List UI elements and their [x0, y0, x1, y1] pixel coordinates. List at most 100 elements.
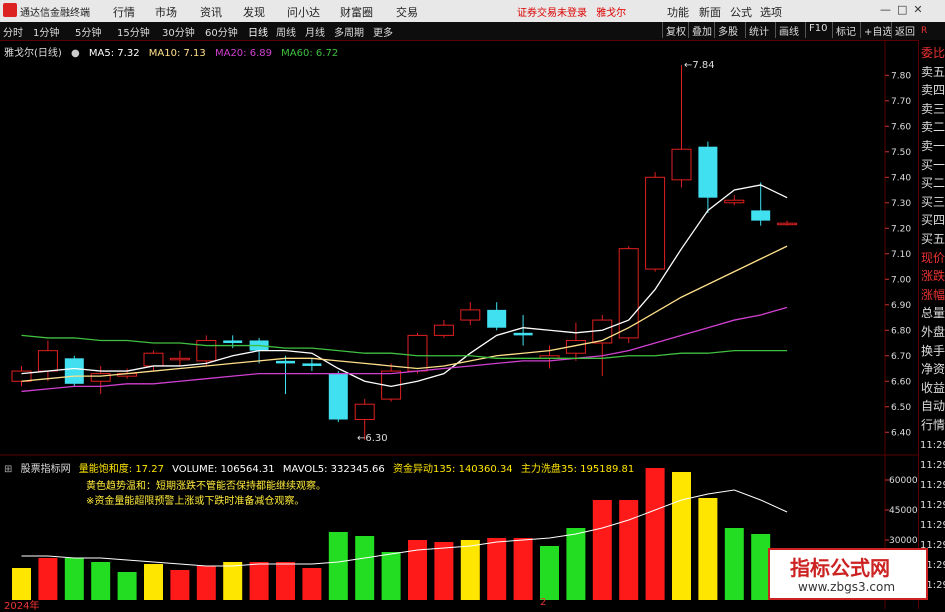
candle-body	[64, 358, 84, 384]
period-15min[interactable]: 15分钟	[117, 24, 150, 39]
candle-body	[143, 352, 164, 367]
volume-bar	[724, 528, 744, 600]
sidebar-item[interactable]: 委比	[921, 44, 945, 61]
period-30min[interactable]: 30分钟	[162, 24, 195, 39]
sidebar-item[interactable]: 现价	[921, 249, 945, 266]
price-tick-label: 7.10	[891, 250, 911, 260]
sidebar-item[interactable]: 涨幅	[921, 286, 945, 303]
volume-bar	[672, 472, 691, 600]
menu-new-layout[interactable]: 新面	[699, 4, 721, 20]
sidebar-item[interactable]: 总量	[921, 304, 945, 321]
adjust-button[interactable]: 复权	[662, 22, 689, 38]
indicator-settings-icon[interactable]: ⊞	[4, 464, 12, 475]
menu-options[interactable]: 选项	[760, 4, 782, 20]
sidebar-item[interactable]: 自动	[921, 397, 945, 414]
sidebar-item[interactable]: 行情	[921, 416, 945, 433]
candle-body	[169, 357, 190, 361]
kline-chart[interactable]: 7.80 7.70 7.60 7.50 7.40 7.30 7.20 7.10 7.00 6.90…	[0, 40, 918, 609]
period-intraday[interactable]: 分时	[3, 24, 23, 39]
menu-item-wealth[interactable]: 财富圈	[340, 4, 373, 20]
sidebar-item[interactable]: 外盘	[921, 323, 945, 340]
volume-bar	[38, 558, 58, 600]
period-multi[interactable]: 多周期	[334, 24, 364, 39]
sidebar-item[interactable]: 卖二	[921, 118, 945, 135]
price-tick-label: 7.60	[891, 122, 911, 132]
sidebar-time: 11:29	[920, 440, 945, 451]
period-daily[interactable]: 日线	[248, 24, 268, 39]
price-tick-label: 7.20	[891, 224, 911, 234]
candle-body	[724, 199, 745, 204]
overlay-button[interactable]: 叠加	[688, 22, 715, 38]
mark-button[interactable]: 标记	[832, 22, 859, 38]
menu-formula[interactable]: 公式	[730, 4, 752, 20]
window-controls[interactable]: —□✕	[880, 3, 929, 16]
menu-item-trade[interactable]: 交易	[396, 4, 418, 20]
period-1min[interactable]: 1分钟	[33, 24, 59, 39]
volume-bar	[460, 540, 480, 600]
sidebar-item[interactable]: 净资	[921, 360, 945, 377]
candle-body	[645, 176, 666, 270]
sidebar-item[interactable]: 买二	[921, 174, 945, 191]
period-60min[interactable]: 60分钟	[205, 24, 238, 39]
volume-tick-label: 45000	[889, 506, 918, 516]
menu-item-quotes[interactable]: 行情	[113, 4, 135, 20]
volume-bar	[698, 498, 718, 600]
sidebar-item[interactable]: 卖四	[921, 81, 945, 98]
volume-bar	[170, 570, 190, 600]
volume-bar	[434, 542, 454, 600]
sidebar-item[interactable]: 涨跌	[921, 267, 945, 284]
candle-body	[777, 222, 798, 226]
volume-tick-label: 60000	[889, 476, 918, 486]
price-tick-label: 6.40	[891, 428, 911, 438]
sidebar-item[interactable]: 买三	[921, 193, 945, 210]
watermark: 指标公式网 www.zbgs3.com	[768, 548, 928, 600]
sidebar-item[interactable]: 买五	[921, 230, 945, 247]
sidebar-item[interactable]: 卖五	[921, 63, 945, 80]
menu-item-discover[interactable]: 发现	[243, 4, 265, 20]
indicator-title[interactable]: 股票指标网	[21, 464, 71, 475]
back-button[interactable]: 返回	[891, 22, 918, 38]
sidebar-item[interactable]: 买一	[921, 156, 945, 173]
sidebar-item[interactable]: 卖三	[921, 100, 945, 117]
volume-bar	[328, 532, 348, 600]
price-tick-label: 7.80	[891, 71, 911, 81]
sidebar-item[interactable]: 换手	[921, 342, 945, 359]
f10-button[interactable]: F10	[805, 22, 830, 38]
period-5min[interactable]: 5分钟	[75, 24, 101, 39]
trade-login-status[interactable]: 证券交易未登录 雅戈尔	[517, 4, 626, 19]
period-toolbar: 分时 1分钟 5分钟 15分钟 30分钟 60分钟 日线 周线 月线 多周期 更…	[0, 22, 945, 41]
indicator-header: ⊞ 股票指标网 量能饱和度: 17.27 VOLUME: 106564.31 M…	[4, 460, 639, 475]
volume-bar	[91, 562, 111, 600]
quote-sidebar: R 委比 卖五 卖四 卖三 卖二 卖一 买一 买二 买三 买四 买五 现价 涨跌 涨幅 总量 外盘 换手 净资 收益…	[918, 26, 945, 609]
price-tick-label: 7.50	[891, 148, 911, 158]
menu-item-market[interactable]: 市场	[155, 4, 177, 20]
indicator-field-saturation: 量能饱和度: 17.27	[78, 464, 164, 475]
candle-body	[407, 334, 428, 372]
candle-body	[671, 148, 692, 181]
indicator-field-mavol5: MAVOL5: 332345.66	[282, 464, 385, 475]
volume-axis: 60000 45000 30000	[885, 476, 918, 546]
volume-bar	[540, 546, 559, 600]
candle-body	[302, 363, 322, 366]
multi-stock-button[interactable]: 多股	[714, 22, 741, 38]
period-weekly[interactable]: 周线	[276, 24, 296, 39]
menu-function[interactable]: 功能	[667, 4, 689, 20]
volume-bar	[487, 538, 507, 600]
sidebar-time: 11:29	[920, 460, 945, 471]
period-more[interactable]: 更多	[373, 24, 393, 39]
menu-item-ask[interactable]: 问小达	[287, 4, 320, 20]
sidebar-time: 11:29	[920, 480, 945, 491]
stats-button[interactable]: 统计	[745, 22, 772, 38]
indicator-field-washout: 主力洗盘35: 195189.81	[520, 464, 635, 475]
draw-line-button[interactable]: 画线	[775, 22, 802, 38]
candle-body	[328, 373, 348, 420]
sidebar-item[interactable]: 收益	[921, 379, 945, 396]
date-label: 2024年	[4, 601, 40, 612]
menu-item-news[interactable]: 资讯	[200, 4, 222, 20]
sidebar-item[interactable]: 买四	[921, 211, 945, 228]
volume-bar	[381, 552, 401, 600]
volume-bar	[117, 572, 137, 600]
period-monthly[interactable]: 月线	[305, 24, 325, 39]
sidebar-item[interactable]: 卖一	[921, 137, 945, 154]
watermark-title: 指标公式网	[790, 556, 890, 580]
